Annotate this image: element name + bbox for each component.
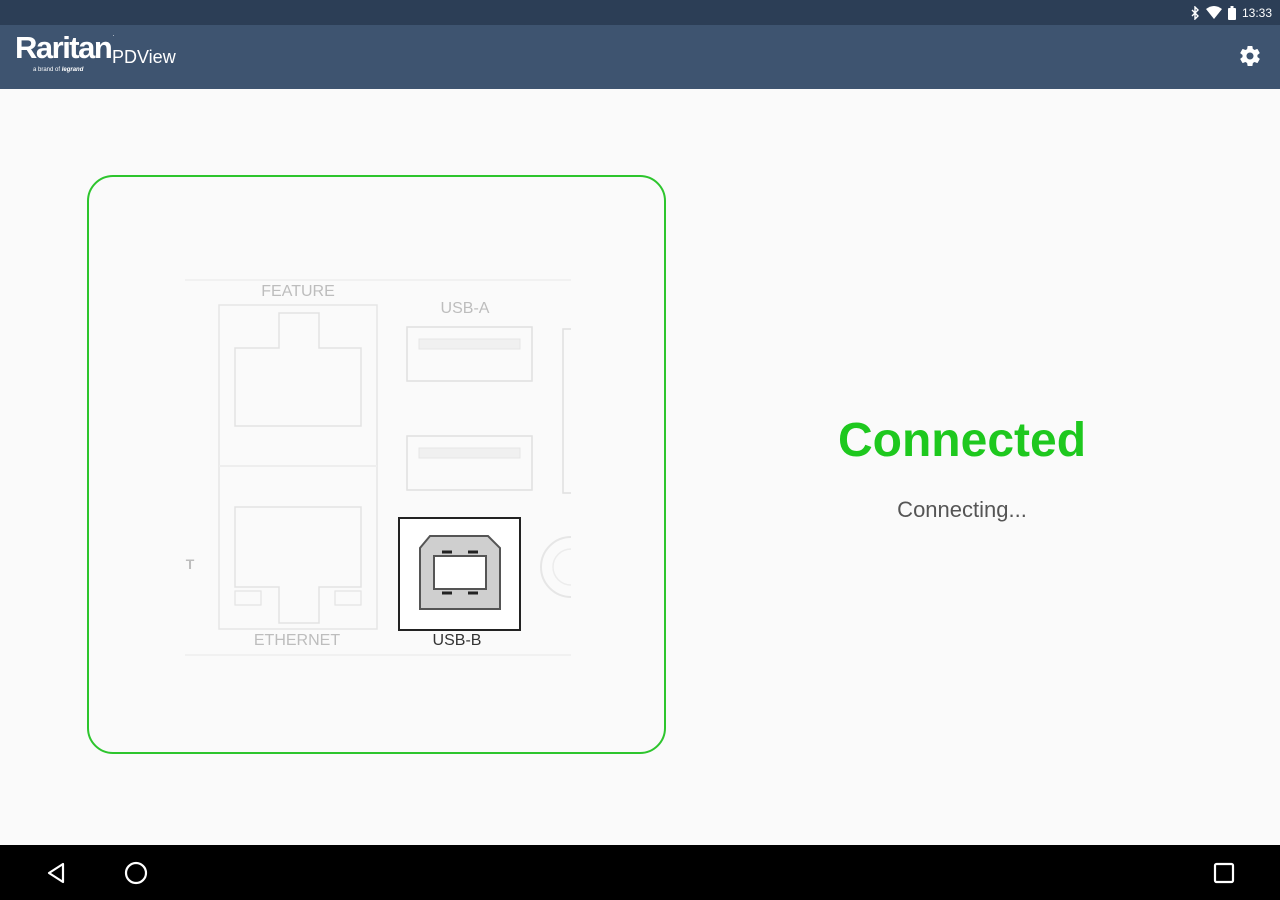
app-bar: Raritan. a brand of legrand PDView <box>0 25 1280 89</box>
device-panel-card: FEATURE USB-A ETHERNET USB-B T <box>87 175 666 754</box>
side-marker: T <box>185 556 195 572</box>
navigation-bar <box>0 845 1280 900</box>
device-panel-illustration <box>185 279 572 656</box>
status-time: 13:33 <box>1241 5 1272 20</box>
logo-tagline-brand: legrand <box>61 67 84 73</box>
gear-icon <box>1240 46 1260 67</box>
home-button[interactable] <box>122 859 150 887</box>
status-icons: 13:33 <box>1190 0 1272 25</box>
feature-label: FEATURE <box>261 283 335 300</box>
app-name: PDView <box>112 47 176 67</box>
back-icon <box>47 862 65 884</box>
logo-tagline: a brand of legrand <box>33 67 83 73</box>
recents-icon <box>1213 862 1235 884</box>
battery-icon <box>1227 5 1236 20</box>
logo-reg-mark: . <box>112 31 115 38</box>
ethernet-label: ETHERNET <box>253 632 341 649</box>
recents-button[interactable] <box>1210 859 1238 887</box>
logo-tagline-text: a brand of <box>33 67 61 73</box>
usb-a-label: USB-A <box>440 300 490 317</box>
home-icon <box>124 861 148 885</box>
connection-message: Connecting... <box>897 497 1027 522</box>
raritan-logo: Raritan. a brand of legrand <box>15 30 115 74</box>
connection-status: Connected <box>837 414 1087 467</box>
logo-text: Raritan <box>15 30 113 65</box>
bluetooth-icon <box>1190 5 1200 20</box>
status-bar: 13:33 <box>0 0 1280 25</box>
wifi-icon <box>1205 6 1222 19</box>
usb-b-label: USB-B <box>432 632 482 649</box>
back-button[interactable] <box>43 859 71 887</box>
settings-button[interactable] <box>1238 44 1262 68</box>
